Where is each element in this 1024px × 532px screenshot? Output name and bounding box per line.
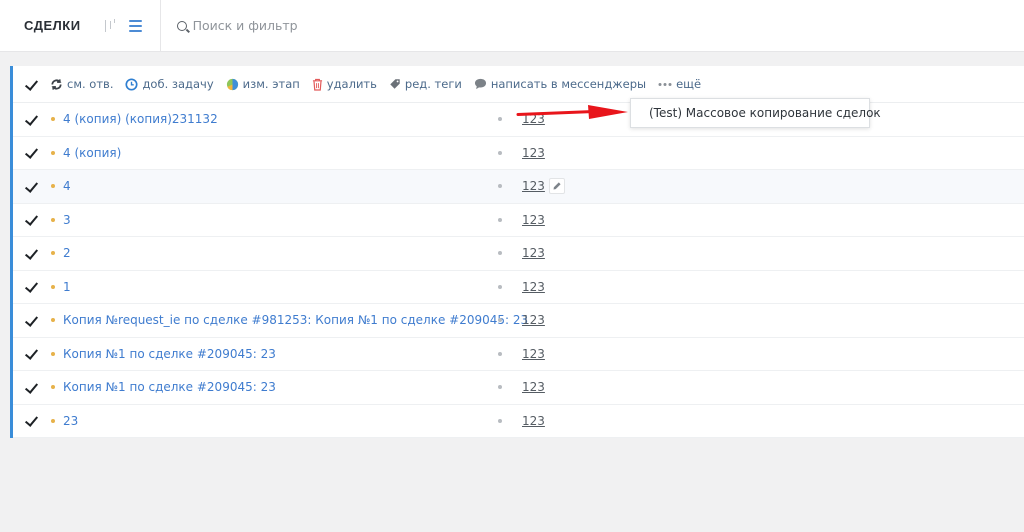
status-dot <box>51 385 55 390</box>
reassign-icon <box>51 78 62 90</box>
send-to-messengers-button[interactable]: написать в мессенджеры <box>474 77 646 91</box>
table-row[interactable]: 23 123 <box>13 405 1024 438</box>
table-row[interactable]: 4 (копия) 123 <box>13 137 1024 170</box>
edit-value-button[interactable] <box>549 178 565 195</box>
status-dot <box>51 284 55 289</box>
header-divider <box>159 0 161 52</box>
deal-value-link[interactable]: 123 <box>522 347 545 361</box>
list-view-icon[interactable] <box>128 19 142 32</box>
separator-dot <box>498 418 502 423</box>
deals-table: 4 (копия) (копия)231132 123 4 (копия) 12… <box>13 103 1024 438</box>
row-checkbox[interactable] <box>25 247 38 260</box>
trash-icon <box>312 78 322 91</box>
deal-value-link[interactable]: 123 <box>522 246 545 260</box>
more-actions-button[interactable]: ещё <box>658 77 701 91</box>
table-row[interactable]: 4 123 <box>13 170 1024 204</box>
deal-name-link[interactable]: 4 (копия) (копия)231132 <box>63 112 218 126</box>
tag-icon <box>390 79 400 89</box>
row-checkbox[interactable] <box>25 381 38 394</box>
change-responsible-button[interactable]: см. отв. <box>50 77 113 91</box>
deal-name-link[interactable]: Копия №request_ie по сделке #981253: Коп… <box>63 313 528 327</box>
deal-value-link[interactable]: 123 <box>522 146 545 160</box>
table-row[interactable]: 2 123 <box>13 237 1024 271</box>
separator-dot <box>498 217 502 222</box>
separator-dot <box>498 150 502 155</box>
row-checkbox[interactable] <box>25 414 38 427</box>
row-checkbox[interactable] <box>25 314 38 327</box>
row-checkbox[interactable] <box>25 347 38 360</box>
deal-name-link[interactable]: 23 <box>63 414 78 428</box>
table-row[interactable]: 1 123 <box>13 271 1024 304</box>
status-dot <box>51 318 55 323</box>
separator-dot <box>498 284 502 289</box>
row-checkbox[interactable] <box>25 213 38 226</box>
status-dot <box>51 418 55 423</box>
edit-tags-button[interactable]: ред. теги <box>389 77 462 91</box>
search-field[interactable]: Поиск и фильтр <box>176 18 298 33</box>
search-icon <box>176 20 187 31</box>
deal-value-link[interactable]: 123 <box>522 179 545 193</box>
deal-name-link[interactable]: Копия №1 по сделке #209045: 23 <box>63 380 276 394</box>
add-task-button[interactable]: доб. задачу <box>125 77 214 91</box>
deal-value-link[interactable]: 123 <box>522 213 545 227</box>
annotation-arrow <box>516 105 628 119</box>
status-dot <box>51 150 55 155</box>
status-dot <box>51 217 55 222</box>
separator-dot <box>498 184 502 189</box>
delete-button[interactable]: удалить <box>312 77 377 91</box>
select-all-checkbox[interactable] <box>25 78 38 91</box>
separator-dot <box>498 251 502 256</box>
deal-value-link[interactable]: 123 <box>522 414 545 428</box>
table-row[interactable]: Копия №request_ie по сделке #981253: Коп… <box>13 304 1024 338</box>
chat-icon <box>474 78 486 90</box>
deal-value-link[interactable]: 123 <box>522 313 545 327</box>
clock-icon <box>125 77 139 91</box>
top-bar: СДЕЛКИ Поиск и фильтр <box>0 0 1024 52</box>
row-checkbox[interactable] <box>25 280 38 293</box>
status-dot <box>51 184 55 189</box>
status-dot <box>51 251 55 256</box>
table-row[interactable]: 3 123 <box>13 204 1024 237</box>
menu-item-label: (Test) Массовое копирование сделок <box>649 106 881 120</box>
row-checkbox[interactable] <box>25 146 38 159</box>
more-dots-icon <box>658 82 672 86</box>
table-row[interactable]: Копия №1 по сделке #209045: 23 123 <box>13 338 1024 371</box>
table-row[interactable]: Копия №1 по сделке #209045: 23 123 <box>13 371 1024 405</box>
deal-name-link[interactable]: 4 <box>63 179 71 193</box>
stage-pie-icon <box>226 78 238 90</box>
status-dot <box>51 351 55 356</box>
separator-dot <box>498 351 502 356</box>
more-menu-item-mass-copy[interactable]: (Test) Массовое копирование сделок <box>630 98 881 128</box>
pencil-icon <box>553 182 561 190</box>
deal-name-link[interactable]: 1 <box>63 280 71 294</box>
change-stage-button[interactable]: изм. этап <box>226 77 300 91</box>
deal-value-link[interactable]: 123 <box>522 380 545 394</box>
separator-dot <box>498 385 502 390</box>
deal-value-link[interactable]: 123 <box>522 280 545 294</box>
separator-dot <box>498 117 502 122</box>
status-dot <box>51 117 55 122</box>
deal-name-link[interactable]: 3 <box>63 213 71 227</box>
row-checkbox[interactable] <box>25 180 38 193</box>
bulk-actions-toolbar: см. отв. доб. задачу изм. этап удалить р… <box>13 66 1024 103</box>
deal-name-link[interactable]: Копия №1 по сделке #209045: 23 <box>63 347 276 361</box>
row-checkbox[interactable] <box>25 113 38 126</box>
search-placeholder: Поиск и фильтр <box>192 18 298 33</box>
pipeline-view-icon[interactable] <box>104 18 119 33</box>
deal-name-link[interactable]: 4 (копия) <box>63 146 121 160</box>
page-title: СДЕЛКИ <box>24 18 81 33</box>
deal-name-link[interactable]: 2 <box>63 246 71 260</box>
